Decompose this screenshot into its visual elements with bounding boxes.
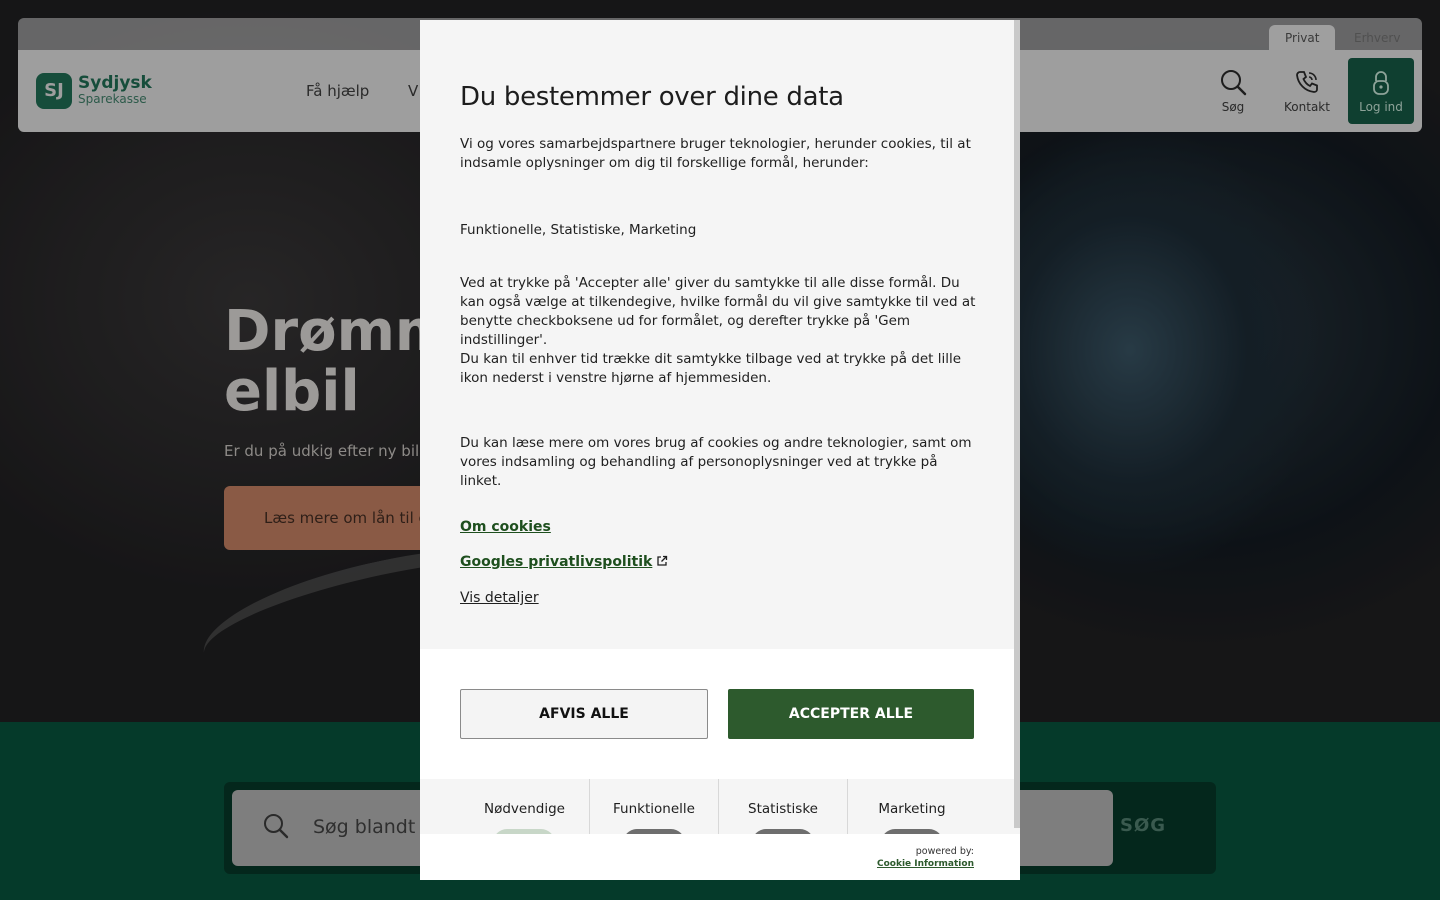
- nav-contact-button[interactable]: Kontakt: [1277, 66, 1337, 118]
- category-statistics: Statistiske: [718, 779, 847, 843]
- powered-by-text: powered by:: [915, 846, 974, 857]
- link-about-cookies-label: Om cookies: [460, 519, 551, 535]
- consent-read-more: Du kan læse mere om vores brug af cookie…: [460, 435, 972, 489]
- reject-all-button[interactable]: AFVIS ALLE: [460, 689, 708, 739]
- nav-contact-label: Kontakt: [1284, 100, 1330, 114]
- powered-by-footer: powered by: Cookie Information: [420, 834, 1020, 880]
- phone-icon: [1296, 71, 1318, 93]
- search-submit-button[interactable]: SØG: [1120, 815, 1166, 836]
- consent-withdraw-info: Du kan til enhver tid trække dit samtykk…: [460, 351, 962, 386]
- category-necessary-label: Nødvendige: [484, 801, 565, 817]
- consent-categories: Nødvendige Funktionelle Statistiske Mark…: [460, 779, 976, 843]
- category-statistics-label: Statistiske: [748, 801, 818, 817]
- cookie-information-link[interactable]: Cookie Information: [877, 859, 974, 869]
- consent-button-area: AFVIS ALLE ACCEPTER ALLE: [420, 649, 1020, 779]
- cookie-consent-dialog: Du bestemmer over dine data Vi og vores …: [420, 20, 1020, 880]
- logo[interactable]: SJ Sydjysk Sparekasse: [36, 73, 176, 113]
- link-google-privacy-label: Googles privatlivspolitik: [460, 554, 653, 570]
- login-label: Log ind: [1359, 100, 1403, 114]
- logo-name: Sydjysk: [78, 73, 152, 93]
- login-button[interactable]: Log ind: [1348, 58, 1414, 124]
- lock-icon: [1373, 71, 1389, 95]
- search-icon: [1221, 70, 1247, 96]
- consent-title: Du bestemmer over dine data: [460, 82, 844, 112]
- accept-all-button[interactable]: ACCEPTER ALLE: [728, 689, 974, 739]
- category-necessary: Nødvendige: [460, 779, 589, 843]
- nav-link-faa-hjaelp[interactable]: Få hjælp: [306, 82, 369, 100]
- segment-privat[interactable]: Privat: [1269, 25, 1336, 51]
- consent-accept-explainer: Ved at trykke på 'Accepter alle' giver d…: [460, 275, 976, 348]
- logo-mark: SJ: [36, 73, 72, 109]
- link-google-privacy[interactable]: Googles privatlivspolitik: [460, 554, 668, 570]
- logo-subname: Sparekasse: [78, 92, 147, 106]
- consent-intro: Vi og vores samarbejdspartnere bruger te…: [460, 136, 971, 171]
- search-icon: [264, 814, 289, 839]
- category-functional-label: Funktionelle: [613, 801, 695, 817]
- category-marketing-label: Marketing: [878, 801, 946, 817]
- search-placeholder: Søg blandt v: [313, 816, 433, 838]
- category-functional: Funktionelle: [589, 779, 718, 843]
- segment-erhverv[interactable]: Erhverv: [1338, 25, 1416, 51]
- hero-subtitle: Er du på udkig efter ny bil, o: [224, 442, 438, 460]
- link-show-details[interactable]: Vis detaljer: [460, 590, 539, 606]
- search-field-icon-wrap: [262, 812, 290, 844]
- link-about-cookies[interactable]: Om cookies: [460, 519, 551, 535]
- category-marketing: Marketing: [847, 779, 976, 843]
- nav-link-partial[interactable]: V: [408, 82, 418, 100]
- dialog-scrollbar[interactable]: [1014, 20, 1020, 828]
- external-link-icon: [657, 555, 668, 566]
- consent-purposes: Funktionelle, Statistiske, Marketing: [460, 222, 697, 238]
- nav-search-button[interactable]: Søg: [1203, 66, 1263, 118]
- nav-search-label: Søg: [1221, 100, 1245, 114]
